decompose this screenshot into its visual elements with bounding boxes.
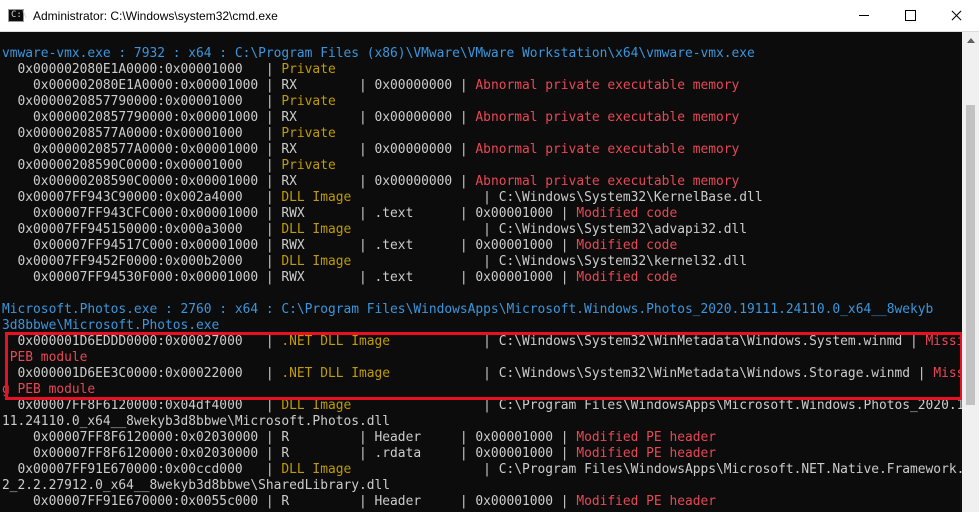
console-line: 0x00000208577A0000:0x00001000 | RX | 0x0… xyxy=(2,142,739,158)
console-line: 0x00007FF8F6120000:0x02030000 | R | Head… xyxy=(2,430,716,446)
console-text-segment: Abnormal private executable memory xyxy=(475,174,740,189)
console-text-segment: Private xyxy=(281,62,336,77)
console-text-segment: Abnormal private executable memory xyxy=(475,142,740,157)
console-text-segment: 0x00007FF8F6120000:0x02030000 | R | Head… xyxy=(2,430,577,445)
console-line: 0x0000020857790000:0x00001000 | Private xyxy=(2,94,336,110)
console-text-segment: Modified PE header xyxy=(576,494,717,509)
close-icon[interactable] xyxy=(933,0,979,31)
console-text-segment: DLL Image xyxy=(281,462,352,477)
console-text-segment: Modified PE header xyxy=(576,446,717,461)
console-text-segment: DLL Image xyxy=(281,190,352,205)
console-text-segment: 0x00000208590C0000:0x00001000 | RX | 0x0… xyxy=(2,174,476,189)
console-text-segment: Modified code xyxy=(576,206,678,221)
console-text-segment: 0x00007FF943CFC000:0x00001000 | RWX | .t… xyxy=(2,206,577,221)
highlight-box xyxy=(5,332,963,400)
console-line: 0x00007FF945150000:0x000a3000 | DLL Imag… xyxy=(2,222,748,238)
maximize-icon[interactable] xyxy=(887,0,933,31)
console-line: 0x00000208577A0000:0x00001000 | Private xyxy=(2,126,336,142)
console-line: 0x00007FF9452F0000:0x000b2000 | DLL Imag… xyxy=(2,254,748,270)
console-line: 0x0000020857790000:0x00001000 | RX | 0x0… xyxy=(2,110,739,126)
console-text-segment: | C:\Windows\System32\kernel32.dll xyxy=(351,254,748,269)
console-text-segment: DLL Image xyxy=(281,254,352,269)
console-text-segment: 0x00007FF91E670000:0x0055c000 | R | Head… xyxy=(2,494,577,509)
console-text-segment: 0x00007FF94517C000:0x00001000 | RWX | .t… xyxy=(2,238,577,253)
cmd-icon[interactable]: C:\ xyxy=(8,9,28,22)
console-line: 2_2.2.27912.0_x64__8wekyb3d8bbwe\SharedL… xyxy=(2,478,390,494)
console-text-segment: 0x000002080E1A0000:0x00001000 | RX | 0x0… xyxy=(2,78,476,93)
console-text-segment: 0x0000020857790000:0x00001000 | RX | 0x0… xyxy=(2,110,476,125)
console-text-segment: vmware-vmx.exe : 7932 : x64 : C:\Program… xyxy=(2,46,755,61)
console-line: Microsoft.Photos.exe : 2760 : x64 : C:\P… xyxy=(2,302,933,318)
console-text-segment: | C:\Program Files\WindowsApps\Microsoft… xyxy=(351,398,962,413)
console-text-segment: Modified code xyxy=(576,238,678,253)
console-line: 0x00007FF8F6120000:0x02030000 | R | .rda… xyxy=(2,446,716,462)
console-line: 11.24110.0_x64__8wekyb3d8bbwe\Microsoft.… xyxy=(2,414,390,430)
console-text-segment: Microsoft.Photos.exe : 2760 : x64 : C:\P… xyxy=(2,302,934,317)
console-text-segment: DLL Image xyxy=(281,398,352,413)
console-text-segment: Abnormal private executable memory xyxy=(475,78,740,93)
scroll-up-arrow-icon[interactable] xyxy=(962,32,979,49)
console-text-segment: 2_2.2.27912.0_x64__8wekyb3d8bbwe\SharedL… xyxy=(2,478,391,493)
console-text-segment: | C:\Windows\System32\advapi32.dll xyxy=(351,222,748,237)
console-line: 0x00007FF94530F000:0x00001000 | RWX | .t… xyxy=(2,270,677,286)
console-text-segment: | C:\Windows\System32\KernelBase.dll xyxy=(351,190,763,205)
console-line: 0x00007FF8F6120000:0x04df4000 | DLL Imag… xyxy=(2,398,962,414)
console-text-segment: 0x00007FF945150000:0x000a3000 | xyxy=(2,222,282,237)
vertical-scrollbar[interactable] xyxy=(962,32,979,512)
console-line: 0x00007FF91E670000:0x0055c000 | R | Head… xyxy=(2,494,716,510)
console-text-segment: Modified code xyxy=(576,270,678,285)
console-text-segment: | C:\Program Files\WindowsApps\Microsoft… xyxy=(351,462,962,477)
console-line: 0x00007FF91E670000:0x00ccd000 | DLL Imag… xyxy=(2,462,962,478)
scrollbar-thumb[interactable] xyxy=(966,105,975,405)
minimize-icon[interactable] xyxy=(841,0,887,31)
console-line: vmware-vmx.exe : 7932 : x64 : C:\Program… xyxy=(2,46,755,62)
console-text-segment: 3d8bbwe\Microsoft.Photos.exe xyxy=(2,318,220,333)
console-output[interactable]: vmware-vmx.exe : 7932 : x64 : C:\Program… xyxy=(0,32,962,512)
console-text-segment: 0x000002080E1A0000:0x00001000 | xyxy=(2,62,282,77)
console-text-segment: 0x00007FF8F6120000:0x02030000 | R | .rda… xyxy=(2,446,577,461)
title-bar[interactable]: C:\ Administrator: C:\Windows\system32\c… xyxy=(0,0,979,32)
window-title: Administrator: C:\Windows\system32\cmd.e… xyxy=(33,9,278,23)
console-text-segment: Private xyxy=(281,94,336,109)
console-text-segment: 0x00007FF8F6120000:0x04df4000 | xyxy=(2,398,282,413)
console-text-segment: 0x00000208577A0000:0x00001000 | xyxy=(2,126,282,141)
console-text-segment: 0x00007FF91E670000:0x00ccd000 | xyxy=(2,462,282,477)
console-line: 0x00000208590C0000:0x00001000 | RX | 0x0… xyxy=(2,174,739,190)
cmd-icon-glyph: C:\ xyxy=(11,10,28,20)
console-text-segment: 11.24110.0_x64__8wekyb3d8bbwe\Microsoft.… xyxy=(2,414,391,429)
console-text-segment: 0x00007FF9452F0000:0x000b2000 | xyxy=(2,254,282,269)
console-line: 0x00007FF943C90000:0x002a4000 | DLL Imag… xyxy=(2,190,763,206)
console-line: 0x00007FF94517C000:0x00001000 | RWX | .t… xyxy=(2,238,677,254)
console-text-segment: 0x00007FF943C90000:0x002a4000 | xyxy=(2,190,282,205)
console-line: 0x000002080E1A0000:0x00001000 | Private xyxy=(2,62,336,78)
console-line: 0x00000208590C0000:0x00001000 | Private xyxy=(2,158,336,174)
console-text-segment: Abnormal private executable memory xyxy=(475,110,740,125)
console-line: 0x00007FF943CFC000:0x00001000 | RWX | .t… xyxy=(2,206,677,222)
console-text-segment: 0x0000020857790000:0x00001000 | xyxy=(2,94,282,109)
console-text-segment: Private xyxy=(281,126,336,141)
console-text-segment: DLL Image xyxy=(281,222,352,237)
console-text-segment: 0x00000208590C0000:0x00001000 | xyxy=(2,158,282,173)
console-line: 0x000002080E1A0000:0x00001000 | RX | 0x0… xyxy=(2,78,739,94)
console-text-segment: 0x00007FF94530F000:0x00001000 | RWX | .t… xyxy=(2,270,577,285)
console-text-segment: Modified PE header xyxy=(576,430,717,445)
console-text-segment: 0x00000208577A0000:0x00001000 | RX | 0x0… xyxy=(2,142,476,157)
console-text-segment: Private xyxy=(281,158,336,173)
